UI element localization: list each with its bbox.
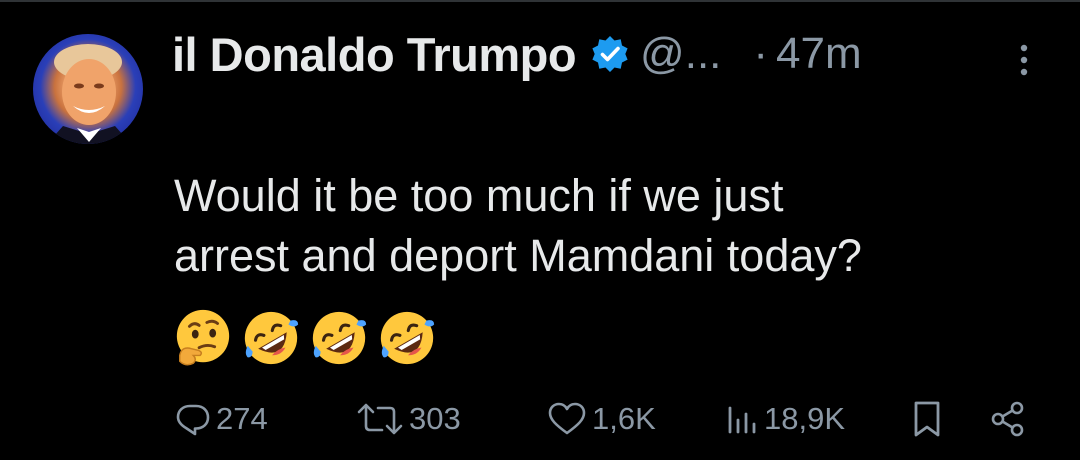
views-bar-chart-icon <box>724 400 760 438</box>
rolling-on-floor-laughing-emoji <box>312 311 367 365</box>
more-options-icon[interactable] <box>1012 40 1036 80</box>
post-text-line: arrest and deport Mamdani today? <box>174 230 862 281</box>
repost-icon <box>355 400 405 438</box>
reply-count: 274 <box>216 401 268 436</box>
post-text-line: Would it be too much if we just <box>174 170 784 221</box>
reply-button[interactable]: 274 <box>174 392 268 446</box>
action-bar: 274 303 1,6K 18,9K <box>0 392 1080 446</box>
separator-dot: · <box>753 29 769 78</box>
repost-count: 303 <box>409 401 461 436</box>
post-text: Would it be too much if we just arrest a… <box>174 166 1054 286</box>
share-icon <box>988 399 1028 439</box>
author-name[interactable]: il Donaldo Trumpo <box>172 27 577 82</box>
emoji-row <box>172 307 438 369</box>
author-handle[interactable]: @... <box>640 29 721 79</box>
thinking-face-emoji <box>176 309 230 366</box>
post-timestamp[interactable]: 47m <box>776 29 862 79</box>
rolling-on-floor-laughing-emoji <box>380 311 435 365</box>
bookmark-icon <box>910 399 944 439</box>
share-button[interactable] <box>988 392 1028 446</box>
verified-badge-icon <box>590 34 630 74</box>
avatar[interactable] <box>33 34 143 144</box>
reply-icon <box>174 400 212 438</box>
repost-button[interactable]: 303 <box>355 392 461 446</box>
top-divider <box>0 0 1080 2</box>
like-button[interactable]: 1,6K <box>546 392 656 446</box>
views-count: 18,9K <box>764 401 846 436</box>
bookmark-button[interactable] <box>910 392 944 446</box>
like-count: 1,6K <box>592 401 656 436</box>
post-header: il Donaldo Trumpo @... · 47m <box>172 24 862 84</box>
views-button[interactable]: 18,9K <box>724 392 845 446</box>
rolling-on-floor-laughing-emoji <box>244 311 299 365</box>
heart-icon <box>546 400 588 438</box>
